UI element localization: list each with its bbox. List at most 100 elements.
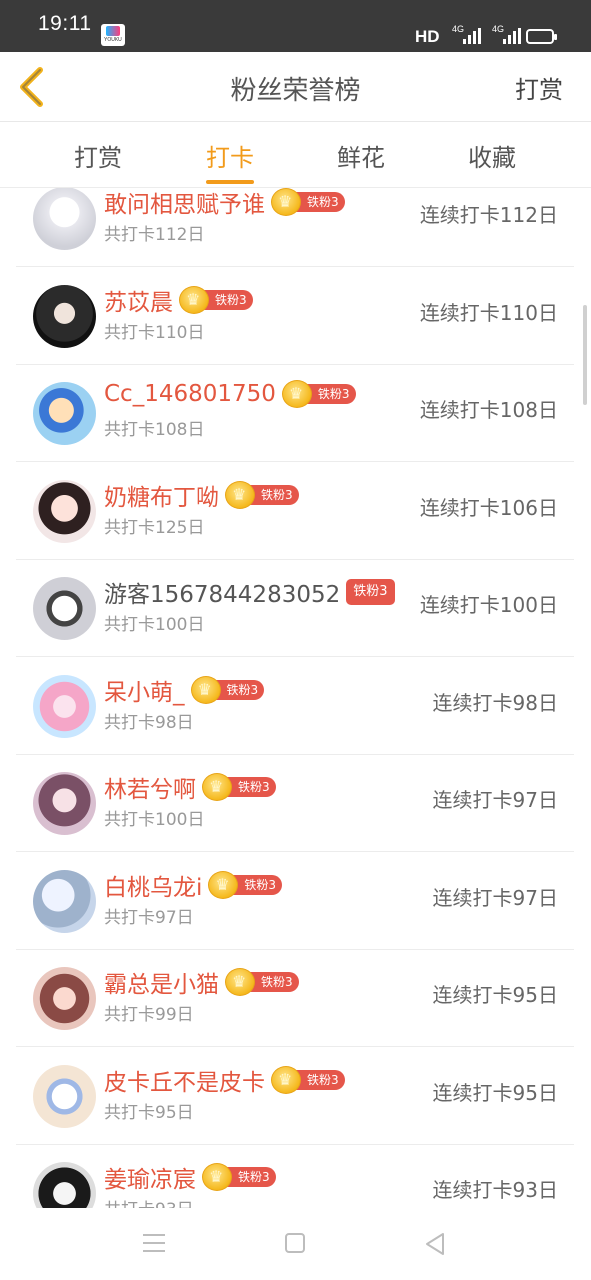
fan-level-badge: 铁粉3 [202, 1163, 276, 1191]
streak-text: 连续打卡98日 [432, 690, 558, 715]
streak-text: 连续打卡110日 [419, 300, 558, 325]
total-checkin-text: 共打卡97日 [104, 907, 194, 928]
fan-level-badge: 铁粉3 [225, 480, 299, 509]
streak-text: 连续打卡112日 [419, 203, 558, 227]
avatar[interactable] [33, 382, 96, 445]
status-time: 19:11 [38, 12, 92, 35]
name-line: 游客1567844283052 铁粉3 [104, 575, 395, 608]
crown-icon [225, 968, 255, 996]
crown-icon [179, 285, 209, 314]
avatar[interactable] [33, 967, 96, 1030]
streak-text: 连续打卡108日 [419, 398, 558, 422]
crown-icon [281, 380, 312, 408]
avatar[interactable] [33, 674, 96, 738]
list-item[interactable]: 林若兮啊铁粉3 共打卡100日 连续打卡97日 [16, 754, 574, 852]
avatar[interactable] [33, 869, 96, 933]
list-item[interactable]: 苏苡晨铁粉3 共打卡110日 连续打卡110日 [16, 267, 574, 365]
streak-text: 连续打卡97日 [432, 885, 558, 910]
avatar[interactable] [33, 479, 96, 543]
page-title: 粉丝荣誉榜 [230, 76, 361, 106]
crown-icon [208, 870, 239, 899]
user-name[interactable]: 白桃乌龙i [104, 868, 202, 902]
name-line: 林若兮啊 铁粉3 [104, 770, 276, 803]
fan-list[interactable]: 敢问相思赋予谁铁粉3共打卡112日连续打卡112日苏苡晨铁粉3共打卡110日连续… [0, 188, 591, 1208]
avatar[interactable] [33, 1162, 96, 1208]
list-item[interactable]: Cc_146801750铁粉3 共打卡108日 连续打卡108日 [16, 364, 574, 462]
scrollbar[interactable] [583, 305, 587, 405]
crown-icon [225, 480, 255, 509]
fan-level-badge: 铁粉3 [190, 675, 265, 704]
list-item[interactable]: 姜瑜凉宸铁粉3 共打卡93日 连续打卡93日 [16, 1144, 574, 1208]
name-line: 苏苡晨 铁粉3 [104, 283, 253, 316]
name-line: 姜瑜凉宸 铁粉3 [104, 1160, 276, 1193]
user-name[interactable]: Cc_146801750 [104, 381, 276, 407]
fan-level-badge: 铁粉3 [271, 188, 345, 216]
total-checkin-text: 共打卡125日 [104, 517, 205, 538]
name-line: 奶糖布丁呦 铁粉3 [104, 478, 299, 511]
user-name[interactable]: 林若兮啊 [104, 770, 196, 804]
total-checkin-text: 共打卡93日 [104, 1195, 194, 1208]
tab-reward[interactable]: 打赏 [48, 138, 148, 173]
avatar[interactable] [33, 284, 96, 348]
name-line: 白桃乌龙i 铁粉3 [104, 868, 283, 901]
tab-active-indicator [206, 180, 254, 184]
fan-level-badge: 铁粉3 [208, 870, 283, 899]
battery-icon [526, 29, 557, 44]
list-item[interactable]: 敢问相思赋予谁铁粉3 共打卡112日 连续打卡112日 [16, 188, 574, 267]
user-name[interactable]: 姜瑜凉宸 [104, 1160, 196, 1194]
fan-level-badge: 铁粉3 [271, 1065, 345, 1094]
streak-text: 连续打卡97日 [432, 788, 558, 812]
streak-text: 连续打卡95日 [432, 1080, 558, 1105]
tab-bar: 打赏 打卡 鲜花 收藏 [0, 122, 591, 188]
tab-flowers[interactable]: 鲜花 [311, 138, 411, 173]
home-icon[interactable] [285, 1233, 305, 1253]
user-name[interactable]: 苏苡晨 [104, 283, 173, 317]
fan-level-badge: 铁粉3 [202, 773, 276, 801]
user-name[interactable]: 敢问相思赋予谁 [104, 188, 265, 219]
total-checkin-text: 共打卡95日 [104, 1102, 194, 1123]
menu-icon[interactable] [143, 1234, 165, 1252]
fan-level-badge: 铁粉3 [179, 285, 253, 314]
streak-text: 连续打卡93日 [432, 1178, 558, 1202]
list-item[interactable]: 霸总是小猫铁粉3 共打卡99日 连续打卡95日 [16, 949, 574, 1047]
hd-indicator: HD [415, 27, 440, 46]
total-checkin-text: 共打卡100日 [104, 810, 205, 830]
tab-favorites[interactable]: 收藏 [442, 138, 542, 173]
list-item[interactable]: 游客1567844283052 铁粉3 共打卡100日 连续打卡100日 [16, 559, 574, 657]
fan-level-badge: 铁粉3 [346, 579, 395, 605]
list-item[interactable]: 呆小萌_铁粉3 共打卡98日 连续打卡98日 [16, 657, 574, 755]
streak-text: 连续打卡95日 [432, 983, 558, 1007]
avatar[interactable] [33, 772, 96, 835]
user-name[interactable]: 奶糖布丁呦 [104, 478, 219, 512]
total-checkin-text: 共打卡112日 [104, 225, 205, 245]
app-notification-icon: YOUKU [101, 24, 125, 46]
list-item[interactable]: 皮卡丘不是皮卡铁粉3 共打卡95日 连续打卡95日 [16, 1047, 574, 1145]
crown-icon [271, 1065, 301, 1094]
name-line: Cc_146801750 铁粉3 [104, 380, 356, 410]
signal-icon: 4G [452, 24, 484, 46]
user-name[interactable]: 霸总是小猫 [104, 965, 219, 999]
app-header: 粉丝荣誉榜 打赏 [0, 52, 591, 122]
list-item[interactable]: 白桃乌龙i铁粉3 共打卡97日 连续打卡97日 [16, 852, 574, 950]
total-checkin-text: 共打卡99日 [104, 1005, 194, 1025]
tab-checkin[interactable]: 打卡 [180, 138, 280, 184]
user-name[interactable]: 皮卡丘不是皮卡 [104, 1063, 265, 1097]
avatar[interactable] [33, 188, 96, 250]
avatar[interactable] [33, 1064, 96, 1128]
list-item[interactable]: 奶糖布丁呦铁粉3 共打卡125日 连续打卡106日 [16, 462, 574, 560]
back-triangle-icon[interactable] [424, 1232, 446, 1256]
user-name[interactable]: 呆小萌_ [104, 673, 185, 707]
total-checkin-text: 共打卡98日 [104, 712, 194, 733]
name-line: 霸总是小猫 铁粉3 [104, 965, 299, 998]
user-name[interactable]: 游客1567844283052 [104, 575, 340, 609]
avatar[interactable] [33, 577, 96, 640]
total-checkin-text: 共打卡108日 [104, 420, 205, 440]
streak-text: 连续打卡106日 [419, 495, 558, 520]
system-nav-bar [0, 1208, 591, 1280]
fan-level-badge: 铁粉3 [281, 380, 356, 408]
status-bar: 19:11 YOUKU HD 4G 4G [0, 0, 591, 52]
reward-button[interactable]: 打赏 [515, 70, 563, 105]
crown-icon [271, 188, 301, 216]
crown-icon [190, 675, 221, 704]
signal-icon-2: 4G [492, 24, 524, 46]
